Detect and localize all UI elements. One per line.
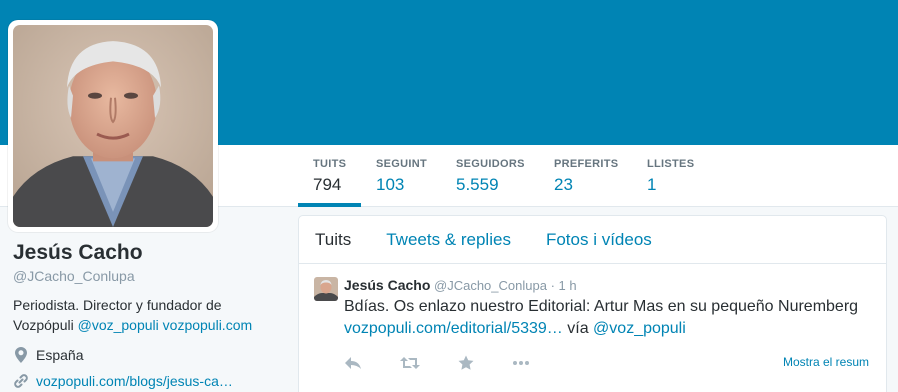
stat-seguint[interactable]: SEGUINT 103 xyxy=(361,145,441,207)
tweet-actions: Mostra el resum xyxy=(344,353,871,373)
tweet-author-handle[interactable]: @JCacho_Conlupa xyxy=(434,278,547,293)
stat-label: LLISTES xyxy=(647,158,695,170)
stat-value: 794 xyxy=(313,175,342,194)
stat-value: 103 xyxy=(376,175,405,194)
tweet-avatar-photo xyxy=(314,277,338,301)
stat-value: 1 xyxy=(647,175,657,194)
timeline-tabs: Tuits Tweets & replies Fotos i vídeos xyxy=(299,216,886,264)
reply-icon xyxy=(345,357,361,369)
website-link[interactable]: vozpopuli.com/blogs/jesus-ca… xyxy=(36,371,233,391)
tweet-separator: · xyxy=(550,278,555,293)
favorite-star-icon xyxy=(458,355,474,370)
reply-button[interactable] xyxy=(344,356,362,370)
retweet-button[interactable] xyxy=(400,356,420,370)
profile-bio: Periodista. Director y fundador de Vozpó… xyxy=(13,295,263,335)
tab-tuits[interactable]: Tuits xyxy=(315,230,351,250)
tweet-text: Bdías. Os enlazo nuestro Editorial: Artu… xyxy=(344,296,871,340)
stat-preferits[interactable]: PREFERITS 23 xyxy=(539,145,632,207)
show-summary-link[interactable]: Mostra el resum xyxy=(783,355,869,369)
stat-label: SEGUINT xyxy=(376,158,427,170)
link-icon xyxy=(13,373,29,389)
profile-handle[interactable]: @JCacho_Conlupa xyxy=(13,267,283,285)
tab-fotos-videos[interactable]: Fotos i vídeos xyxy=(546,230,652,250)
location-pin-icon xyxy=(13,347,29,363)
location-text: España xyxy=(36,347,84,363)
profile-name[interactable]: Jesús Cacho xyxy=(13,240,283,266)
stat-value: 23 xyxy=(554,175,573,194)
stat-llistes[interactable]: LLISTES 1 xyxy=(632,145,712,207)
timeline-panel: Tuits Tweets & replies Fotos i vídeos Je… xyxy=(298,215,887,392)
stat-label: SEGUIDORS xyxy=(456,158,525,170)
tweet-header: Jesús Cacho @JCacho_Conlupa · 1 h xyxy=(344,276,871,295)
profile-website: vozpopuli.com/blogs/jesus-ca… xyxy=(13,371,283,391)
stat-tuits[interactable]: TUITS 794 xyxy=(298,145,361,207)
tweet-item[interactable]: Jesús Cacho @JCacho_Conlupa · 1 h Bdías.… xyxy=(299,264,886,373)
bio-website-link[interactable]: vozpopuli.com xyxy=(163,317,253,333)
profile-avatar[interactable] xyxy=(8,20,218,232)
more-button[interactable] xyxy=(512,360,530,366)
favorite-button[interactable] xyxy=(458,355,474,371)
tweet-author-name[interactable]: Jesús Cacho xyxy=(344,277,430,293)
avatar-photo xyxy=(13,25,213,227)
profile-sidebar: Jesús Cacho @JCacho_Conlupa Periodista. … xyxy=(13,240,283,391)
tweet-link[interactable]: vozpopuli.com/editorial/5339… xyxy=(344,320,563,337)
profile-stats-nav: TUITS 794 SEGUINT 103 SEGUIDORS 5.559 PR… xyxy=(298,145,712,207)
bio-mention-link[interactable]: @voz_populi xyxy=(78,317,159,333)
tweet-avatar[interactable] xyxy=(314,277,338,301)
more-dots-icon xyxy=(513,361,529,365)
profile-location: España xyxy=(13,345,283,365)
stat-value: 5.559 xyxy=(456,175,499,194)
tweet-timestamp[interactable]: 1 h xyxy=(559,278,577,293)
stat-label: PREFERITS xyxy=(554,158,619,170)
tab-tweets-replies[interactable]: Tweets & replies xyxy=(386,230,511,250)
tweet-body: Bdías. Os enlazo nuestro Editorial: Artu… xyxy=(344,298,859,315)
stat-label: TUITS xyxy=(313,158,347,170)
stat-seguidors[interactable]: SEGUIDORS 5.559 xyxy=(441,145,539,207)
tweet-via: vía xyxy=(567,320,589,337)
tweet-via-mention[interactable]: @voz_populi xyxy=(593,320,686,337)
retweet-icon xyxy=(400,357,420,369)
